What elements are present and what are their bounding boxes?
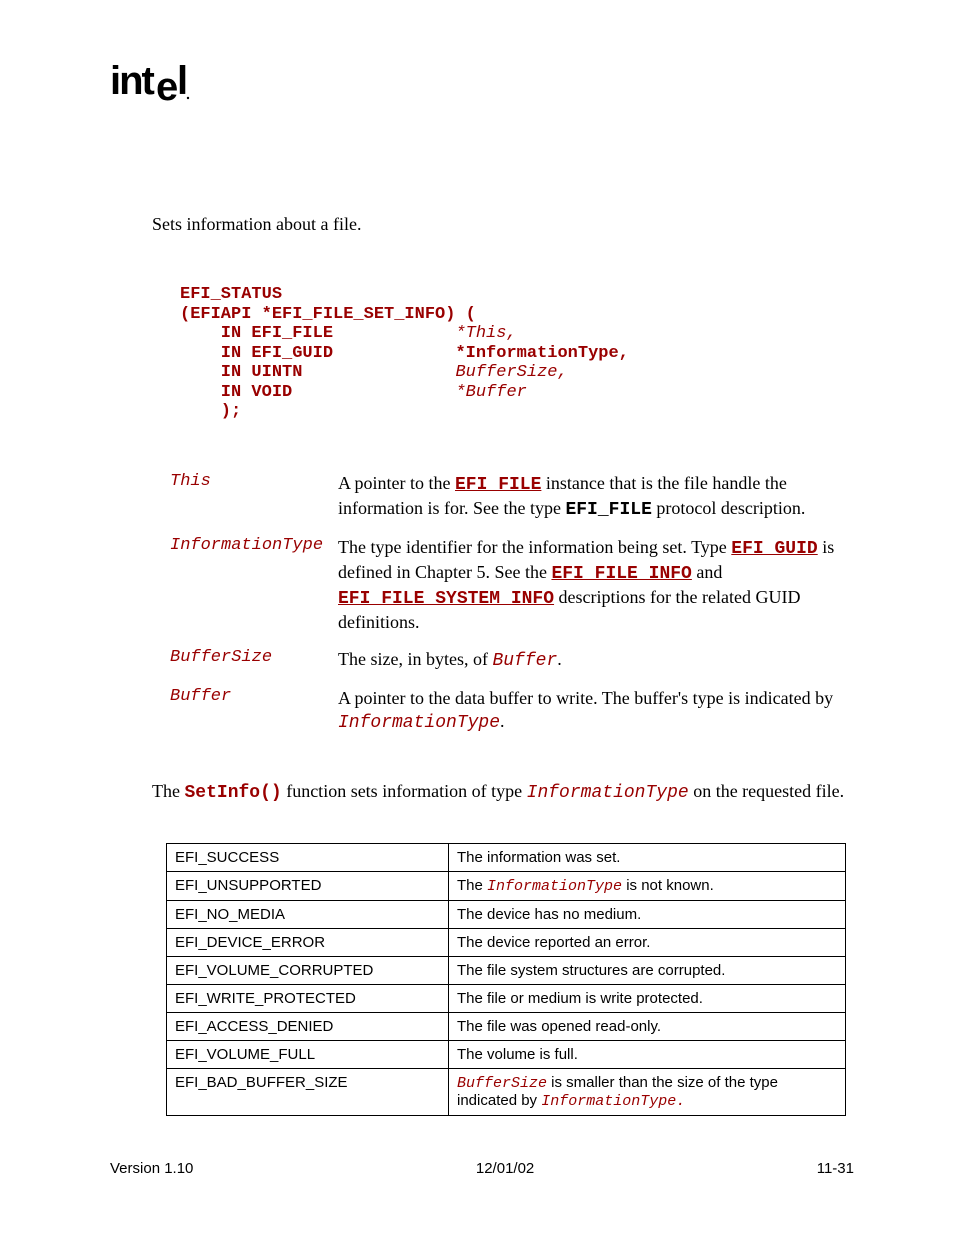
description-text: The SetInfo() function sets information … [152, 781, 854, 803]
summary-text: Sets information about a file. [152, 214, 854, 235]
param-name: InformationType [170, 536, 338, 555]
page-footer: Version 1.10 12/01/02 11-31 [110, 1160, 854, 1177]
param-desc: A pointer to the data buffer to write. T… [338, 687, 854, 735]
status-desc: The volume is full. [449, 1041, 846, 1069]
status-desc: The information was set. [449, 844, 846, 872]
param-buffersize: BufferSize The size, in bytes, of Buffer… [170, 648, 854, 673]
parameters-section: This A pointer to the EFI_FILE instance … [170, 472, 854, 735]
param-desc: The type identifier for the information … [338, 536, 854, 634]
status-code: EFI_WRITE_PROTECTED [167, 985, 449, 1013]
table-row: EFI_NO_MEDIA The device has no medium. [167, 901, 846, 929]
status-desc: The file system structures are corrupted… [449, 957, 846, 985]
status-desc: The device has no medium. [449, 901, 846, 929]
footer-page: 11-31 [817, 1160, 854, 1177]
status-code: EFI_ACCESS_DENIED [167, 1013, 449, 1041]
svg-text:l: l [177, 60, 187, 103]
param-name: Buffer [170, 687, 338, 706]
status-codes-table: EFI_SUCCESS The information was set. EFI… [166, 843, 846, 1116]
table-row: EFI_WRITE_PROTECTED The file or medium i… [167, 985, 846, 1013]
svg-text:int: int [110, 60, 155, 103]
footer-version: Version 1.10 [110, 1160, 193, 1177]
intel-logo: int e l [110, 60, 854, 114]
table-row: EFI_VOLUME_FULL The volume is full. [167, 1041, 846, 1069]
table-row: EFI_DEVICE_ERROR The device reported an … [167, 929, 846, 957]
table-row: EFI_ACCESS_DENIED The file was opened re… [167, 1013, 846, 1041]
param-name: BufferSize [170, 648, 338, 667]
svg-text:e: e [156, 65, 177, 104]
table-row: EFI_BAD_BUFFER_SIZE BufferSize is smalle… [167, 1069, 846, 1116]
status-code: EFI_DEVICE_ERROR [167, 929, 449, 957]
param-this: This A pointer to the EFI_FILE instance … [170, 472, 854, 522]
status-code: EFI_VOLUME_FULL [167, 1041, 449, 1069]
status-desc: The file was opened read-only. [449, 1013, 846, 1041]
status-desc: The file or medium is write protected. [449, 985, 846, 1013]
status-code: EFI_NO_MEDIA [167, 901, 449, 929]
table-row: EFI_UNSUPPORTED The InformationType is n… [167, 872, 846, 901]
param-name: This [170, 472, 338, 491]
table-row: EFI_SUCCESS The information was set. [167, 844, 846, 872]
status-code: EFI_BAD_BUFFER_SIZE [167, 1069, 449, 1116]
status-code: EFI_SUCCESS [167, 844, 449, 872]
status-code: EFI_VOLUME_CORRUPTED [167, 957, 449, 985]
status-code: EFI_UNSUPPORTED [167, 872, 449, 901]
status-desc: BufferSize is smaller than the size of t… [449, 1069, 846, 1116]
status-desc: The InformationType is not known. [449, 872, 846, 901]
param-informationtype: InformationType The type identifier for … [170, 536, 854, 634]
param-desc: A pointer to the EFI_FILE instance that … [338, 472, 854, 522]
footer-date: 12/01/02 [476, 1160, 534, 1177]
prototype-code: EFI_STATUS (EFIAPI *EFI_FILE_SET_INFO) (… [180, 285, 854, 422]
param-desc: The size, in bytes, of Buffer. [338, 648, 854, 673]
status-desc: The device reported an error. [449, 929, 846, 957]
param-buffer: Buffer A pointer to the data buffer to w… [170, 687, 854, 735]
table-row: EFI_VOLUME_CORRUPTED The file system str… [167, 957, 846, 985]
